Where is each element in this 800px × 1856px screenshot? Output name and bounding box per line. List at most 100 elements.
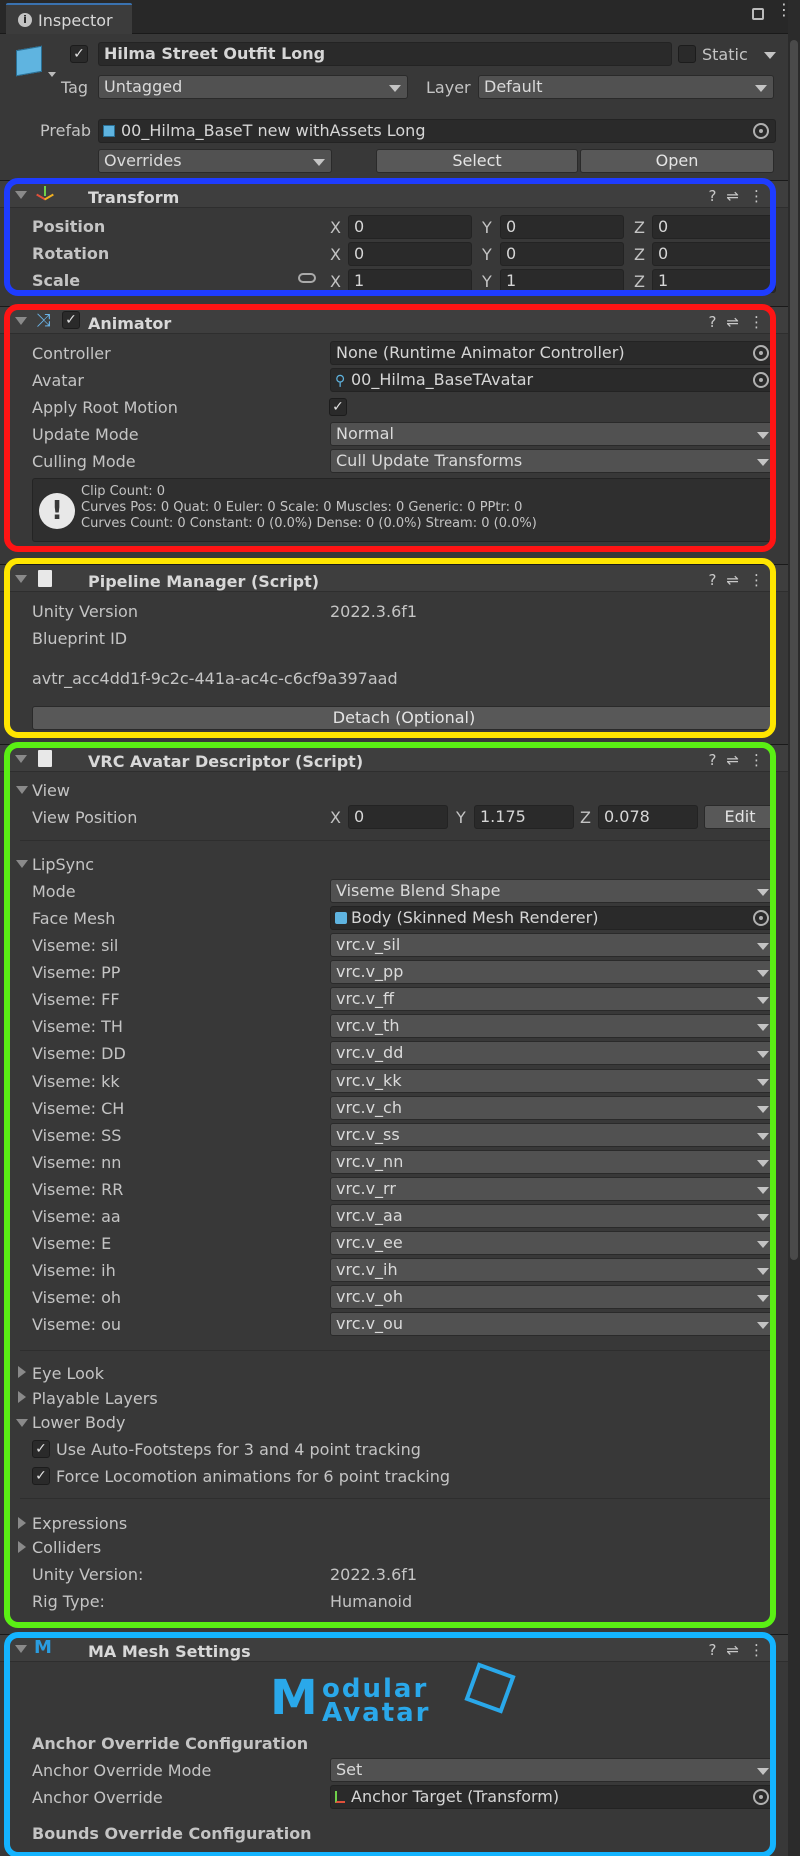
view-section-label[interactable]: View	[32, 783, 70, 799]
viseme-dropdown[interactable]: vrc.v_pp	[330, 960, 776, 985]
object-picker-icon	[753, 123, 769, 139]
anchor-override-field[interactable]: Anchor Target (Transform)	[330, 1785, 776, 1809]
more-menu-icon[interactable]: ⋮	[776, 2, 792, 18]
auto-footsteps-checkbox[interactable]: ✓	[32, 1440, 50, 1458]
viseme-dropdown[interactable]: vrc.v_aa	[330, 1204, 776, 1228]
view-y-field[interactable]: 1.175	[474, 805, 574, 829]
viseme-dropdown[interactable]: vrc.v_ch	[330, 1095, 776, 1120]
overrides-dropdown[interactable]: Overrides	[98, 149, 332, 173]
select-button[interactable]: Select	[376, 149, 578, 173]
ma-header[interactable]: M MA Mesh Settings ?⇌⋮	[0, 1634, 788, 1662]
viseme-dropdown[interactable]: vrc.v_kk	[330, 1068, 776, 1093]
layer-dropdown[interactable]: Default	[478, 75, 774, 99]
animator-enabled-checkbox[interactable]: ✓	[62, 311, 80, 329]
eye-look-section-label[interactable]: Eye Look	[32, 1366, 104, 1382]
force-locomotion-checkbox[interactable]: ✓	[32, 1467, 50, 1485]
lock-icon[interactable]	[752, 8, 764, 20]
static-checkbox[interactable]	[678, 45, 696, 63]
anchor-mode-dropdown[interactable]: Set	[330, 1758, 776, 1782]
scale-z-field[interactable]: 1	[652, 269, 776, 293]
playable-layers-section-label[interactable]: Playable Layers	[32, 1391, 158, 1407]
active-checkbox[interactable]: ✓	[70, 45, 88, 63]
link-icon[interactable]	[298, 273, 316, 283]
expressions-foldout-icon[interactable]	[18, 1517, 26, 1529]
chevron-down-icon	[313, 159, 325, 166]
chevron-down-icon	[757, 1051, 769, 1059]
chevron-down-icon	[757, 1268, 769, 1276]
lipsync-foldout-icon[interactable]	[16, 860, 28, 868]
gameobject-icon[interactable]	[12, 44, 56, 78]
face-mesh-field[interactable]: Body (Skinned Mesh Renderer)	[330, 906, 776, 930]
component-header-icons[interactable]: ?⇌⋮	[708, 313, 774, 331]
component-header-icons[interactable]: ?⇌⋮	[708, 187, 774, 205]
descriptor-header[interactable]: VRC Avatar Descriptor (Script) ?⇌⋮	[0, 744, 788, 772]
culling-mode-dropdown[interactable]: Cull Update Transforms	[330, 449, 776, 473]
viseme-dropdown[interactable]: vrc.v_th	[330, 1014, 776, 1039]
viseme-dropdown[interactable]: vrc.v_ih	[330, 1258, 776, 1283]
lower-body-section-label[interactable]: Lower Body	[32, 1415, 125, 1431]
scale-y-field[interactable]: 1	[500, 269, 624, 293]
scrollbar[interactable]	[788, 0, 800, 1856]
update-mode-dropdown[interactable]: Normal	[330, 422, 776, 446]
open-button[interactable]: Open	[580, 149, 774, 173]
detach-button[interactable]: Detach (Optional)	[32, 706, 776, 730]
rotation-x-field[interactable]: 0	[348, 242, 472, 266]
viseme-dropdown[interactable]: vrc.v_ss	[330, 1122, 776, 1147]
viseme-dropdown[interactable]: vrc.v_nn	[330, 1149, 776, 1174]
unity-version-label: Unity Version	[32, 602, 138, 621]
eye-look-foldout-icon[interactable]	[18, 1366, 26, 1378]
position-y-field[interactable]: 0	[500, 215, 624, 239]
tag-dropdown[interactable]: Untagged	[98, 75, 408, 99]
ma-icon: M	[34, 1637, 52, 1658]
pipeline-header[interactable]: Pipeline Manager (Script) ?⇌⋮	[0, 564, 788, 592]
chevron-down-icon	[757, 1024, 769, 1032]
viseme-dropdown[interactable]: vrc.v_oh	[330, 1285, 776, 1310]
rig-type-value: Humanoid	[330, 1592, 413, 1611]
position-x-field[interactable]: 0	[348, 215, 472, 239]
logo-text-bottom: Avatar	[322, 1698, 431, 1728]
prefab-icon	[103, 125, 115, 137]
viseme-dropdown[interactable]: vrc.v_dd	[330, 1041, 776, 1066]
tab-inspector[interactable]: i Inspector	[6, 3, 132, 34]
chevron-down-icon	[757, 1105, 769, 1113]
scrollbar-thumb[interactable]	[790, 40, 798, 1260]
info-line: Curves Pos: 0 Quat: 0 Euler: 0 Scale: 0 …	[81, 500, 523, 515]
rotation-z-field[interactable]: 0	[652, 242, 776, 266]
viseme-dropdown[interactable]: vrc.v_ou	[330, 1312, 776, 1337]
avatar-field[interactable]: ⚲ 00_Hilma_BaseTAvatar	[330, 368, 776, 392]
edit-button[interactable]: Edit	[704, 805, 776, 829]
component-header-icons[interactable]: ?⇌⋮	[708, 1641, 774, 1659]
prefab-field[interactable]: 00_Hilma_BaseT new withAssets Long	[98, 119, 776, 143]
rotation-y-field[interactable]: 0	[500, 242, 624, 266]
component-header-icons[interactable]: ?⇌⋮	[708, 571, 774, 589]
rotation-label: Rotation	[32, 244, 110, 263]
object-name-field[interactable]: Hilma Street Outfit Long	[98, 42, 672, 66]
colliders-foldout-icon[interactable]	[18, 1541, 26, 1553]
viseme-label: Viseme: FF	[32, 990, 120, 1010]
chevron-down-icon	[757, 997, 769, 1005]
view-x-field[interactable]: 0	[348, 805, 448, 829]
colliders-section-label[interactable]: Colliders	[32, 1540, 101, 1556]
viseme-dropdown[interactable]: vrc.v_sil	[330, 933, 776, 957]
lipsync-mode-dropdown[interactable]: Viseme Blend Shape	[330, 879, 776, 903]
static-dropdown-icon[interactable]	[764, 52, 776, 59]
view-foldout-icon[interactable]	[16, 786, 28, 794]
transform-title: Transform	[88, 188, 180, 207]
lipsync-section-label[interactable]: LipSync	[32, 857, 94, 873]
position-z-field[interactable]: 0	[652, 215, 776, 239]
scale-x-field[interactable]: 1	[348, 269, 472, 293]
view-z-field[interactable]: 0.078	[598, 805, 698, 829]
root-motion-checkbox[interactable]: ✓	[329, 398, 347, 416]
lower-body-foldout-icon[interactable]	[16, 1419, 28, 1427]
playable-foldout-icon[interactable]	[18, 1391, 26, 1403]
controller-field[interactable]: None (Runtime Animator Controller)	[330, 341, 776, 365]
component-header-icons[interactable]: ?⇌⋮	[708, 751, 774, 769]
viseme-dropdown[interactable]: vrc.v_ff	[330, 987, 776, 1012]
transform-header[interactable]: Transform ?⇌⋮	[0, 180, 788, 208]
viseme-dropdown[interactable]: vrc.v_ee	[330, 1231, 776, 1256]
viseme-dropdown[interactable]: vrc.v_rr	[330, 1176, 776, 1201]
expressions-section-label[interactable]: Expressions	[32, 1516, 127, 1532]
viseme-label: Viseme: PP	[32, 963, 121, 983]
logo-m: M	[270, 1670, 318, 1726]
animator-header[interactable]: ⤨ ✓ Animator ?⇌⋮	[0, 306, 788, 334]
